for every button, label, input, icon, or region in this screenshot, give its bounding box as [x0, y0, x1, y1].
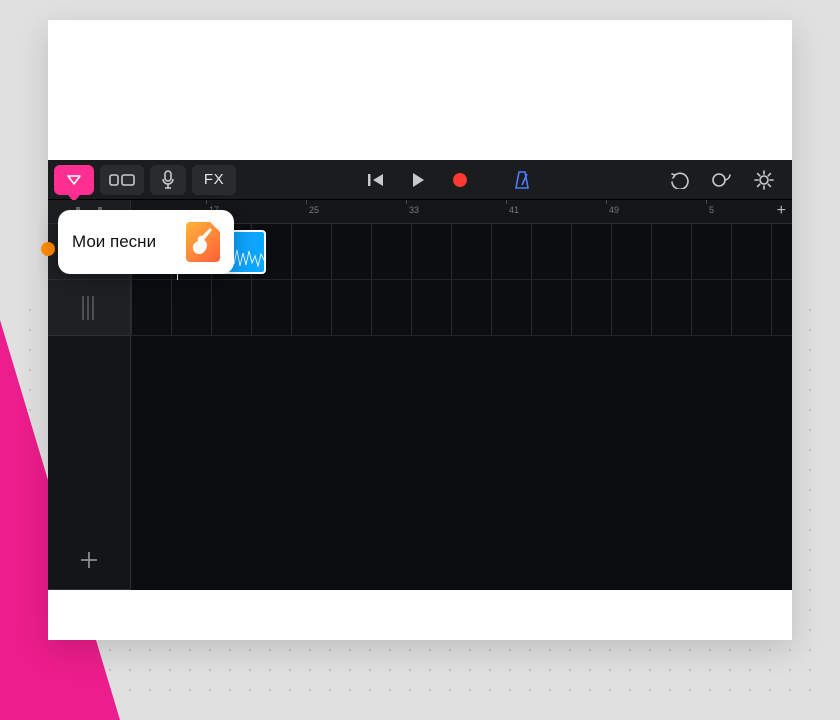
grip-lines-icon	[82, 296, 96, 320]
ruler-tick: 5	[709, 205, 714, 215]
dropdown-triangle-icon	[67, 175, 81, 185]
gear-icon	[754, 170, 774, 190]
record-button[interactable]	[442, 165, 478, 195]
rewind-icon	[367, 173, 385, 187]
add-section-button[interactable]: +	[777, 203, 786, 219]
loop-icon	[711, 171, 733, 189]
track-lanes[interactable]: Get In Th…-Ding) 2	[131, 224, 792, 590]
undo-button[interactable]	[662, 165, 698, 195]
garageband-file-icon	[186, 222, 220, 262]
ruler-tick: 33	[409, 205, 419, 215]
screenshot-card: FX	[48, 20, 792, 640]
track-header-grip[interactable]	[48, 280, 130, 336]
my-songs-popover[interactable]: Мои песни	[58, 210, 234, 274]
play-icon	[411, 172, 425, 188]
garageband-app-window: FX	[48, 160, 792, 590]
loop-button[interactable]	[704, 165, 740, 195]
settings-button[interactable]	[746, 165, 782, 195]
metronome-button[interactable]	[504, 165, 540, 195]
lane-gridlines	[131, 280, 792, 335]
add-track-header	[48, 336, 130, 590]
undo-icon	[670, 171, 690, 189]
fx-button[interactable]: FX	[192, 165, 236, 195]
ruler-tick: 41	[509, 205, 519, 215]
microphone-button[interactable]	[150, 165, 186, 195]
play-button[interactable]	[400, 165, 436, 195]
record-icon	[452, 172, 468, 188]
automation-marker	[41, 242, 55, 256]
main-toolbar: FX	[48, 160, 792, 200]
microphone-icon	[161, 170, 175, 190]
my-songs-dropdown-button[interactable]	[54, 165, 94, 195]
ruler-tick: 49	[609, 205, 619, 215]
rewind-button[interactable]	[358, 165, 394, 195]
add-track-button[interactable]	[78, 549, 100, 571]
ruler-tick: 25	[309, 205, 319, 215]
view-toggle-icon	[109, 172, 135, 188]
view-toggle-button[interactable]	[100, 165, 144, 195]
my-songs-label: Мои песни	[72, 232, 156, 252]
track-lane-empty[interactable]	[131, 280, 792, 336]
metronome-icon	[513, 170, 531, 190]
fx-label: FX	[204, 171, 224, 188]
guitar-icon	[190, 226, 216, 258]
tracks-area: Get In Th…-Ding) 2	[48, 224, 792, 590]
track-headers-column	[48, 224, 131, 590]
